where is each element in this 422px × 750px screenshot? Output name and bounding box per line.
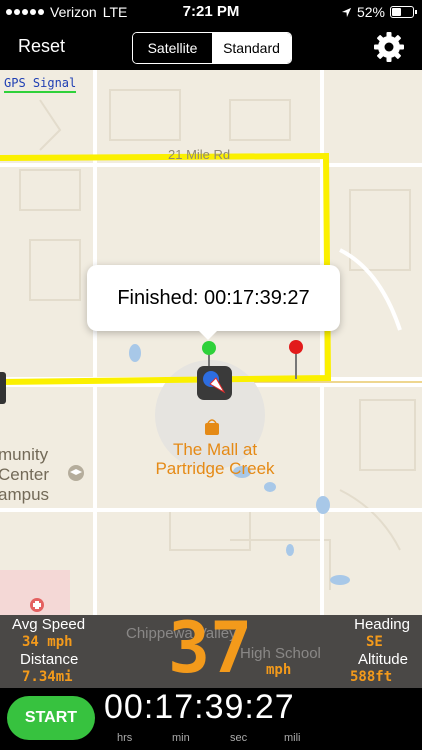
college-label-line2: Center bbox=[0, 465, 50, 484]
college-label: munity Center ampus bbox=[0, 445, 49, 505]
callout-text: Finished: 00:17:39:27 bbox=[117, 286, 310, 309]
timer-label-sec: sec bbox=[230, 732, 248, 744]
elapsed-timer: 00 : 17 : 39 : 27 bbox=[104, 688, 295, 726]
callout-tail bbox=[196, 328, 220, 340]
map-view[interactable]: 21 Mile Rd GPS Signal Finished: 00:17:39… bbox=[0, 70, 422, 615]
speed-unit: mph bbox=[266, 662, 292, 678]
avg-speed-value: 34 mph bbox=[22, 634, 73, 650]
settings-gear-icon[interactable] bbox=[372, 30, 406, 64]
bottom-bar: START 00 : 17 : 39 : 27 hrs min sec mili bbox=[0, 688, 422, 750]
mall-label-line1: The Mall at bbox=[172, 440, 258, 459]
timer-sec: 39 bbox=[204, 688, 245, 726]
road-label: 21 Mile Rd bbox=[168, 147, 231, 162]
battery-icon bbox=[390, 6, 417, 18]
college-label-line1: munity bbox=[0, 445, 49, 464]
timer-mili: 27 bbox=[254, 688, 295, 726]
finish-callout: Finished: 00:17:39:27 bbox=[87, 265, 340, 331]
status-bar: Verizon LTE 7:21 PM 52% bbox=[0, 0, 422, 24]
reset-button[interactable]: Reset bbox=[18, 36, 65, 57]
timer-label-mili: mili bbox=[284, 732, 301, 744]
heading-value: SE bbox=[366, 634, 383, 650]
altitude-label: Altitude bbox=[357, 651, 408, 668]
location-arrow-icon bbox=[341, 7, 352, 17]
segment-satellite[interactable]: Satellite bbox=[133, 33, 212, 63]
gps-signal-label: GPS Signal bbox=[4, 76, 77, 93]
altitude-value: 588ft bbox=[350, 669, 393, 685]
timer-hrs: 00 bbox=[104, 688, 144, 726]
timer-min: 17 bbox=[154, 688, 195, 726]
segment-standard[interactable]: Standard bbox=[212, 33, 291, 63]
start-button[interactable]: START bbox=[7, 696, 95, 740]
mall-label: The Mall at Partridge Creek bbox=[140, 440, 290, 478]
current-speed: 37 bbox=[168, 607, 253, 689]
timer-label-hrs: hrs bbox=[117, 732, 133, 744]
timer-label-min: min bbox=[172, 732, 190, 744]
college-label-line3: ampus bbox=[0, 485, 50, 504]
status-right: 52% bbox=[341, 4, 417, 20]
map-type-segmented-control: Satellite Standard bbox=[132, 32, 292, 64]
battery-fill bbox=[392, 8, 402, 16]
battery-percent: 52% bbox=[356, 4, 385, 20]
mall-label-line2: Partridge Creek bbox=[155, 459, 275, 478]
nav-bar: Reset Satellite Standard bbox=[0, 24, 422, 70]
avg-speed-label: Avg Speed bbox=[12, 616, 86, 633]
heading-label: Heading bbox=[354, 616, 410, 633]
distance-value: 7.34mi bbox=[22, 669, 73, 685]
distance-label: Distance bbox=[20, 651, 79, 668]
